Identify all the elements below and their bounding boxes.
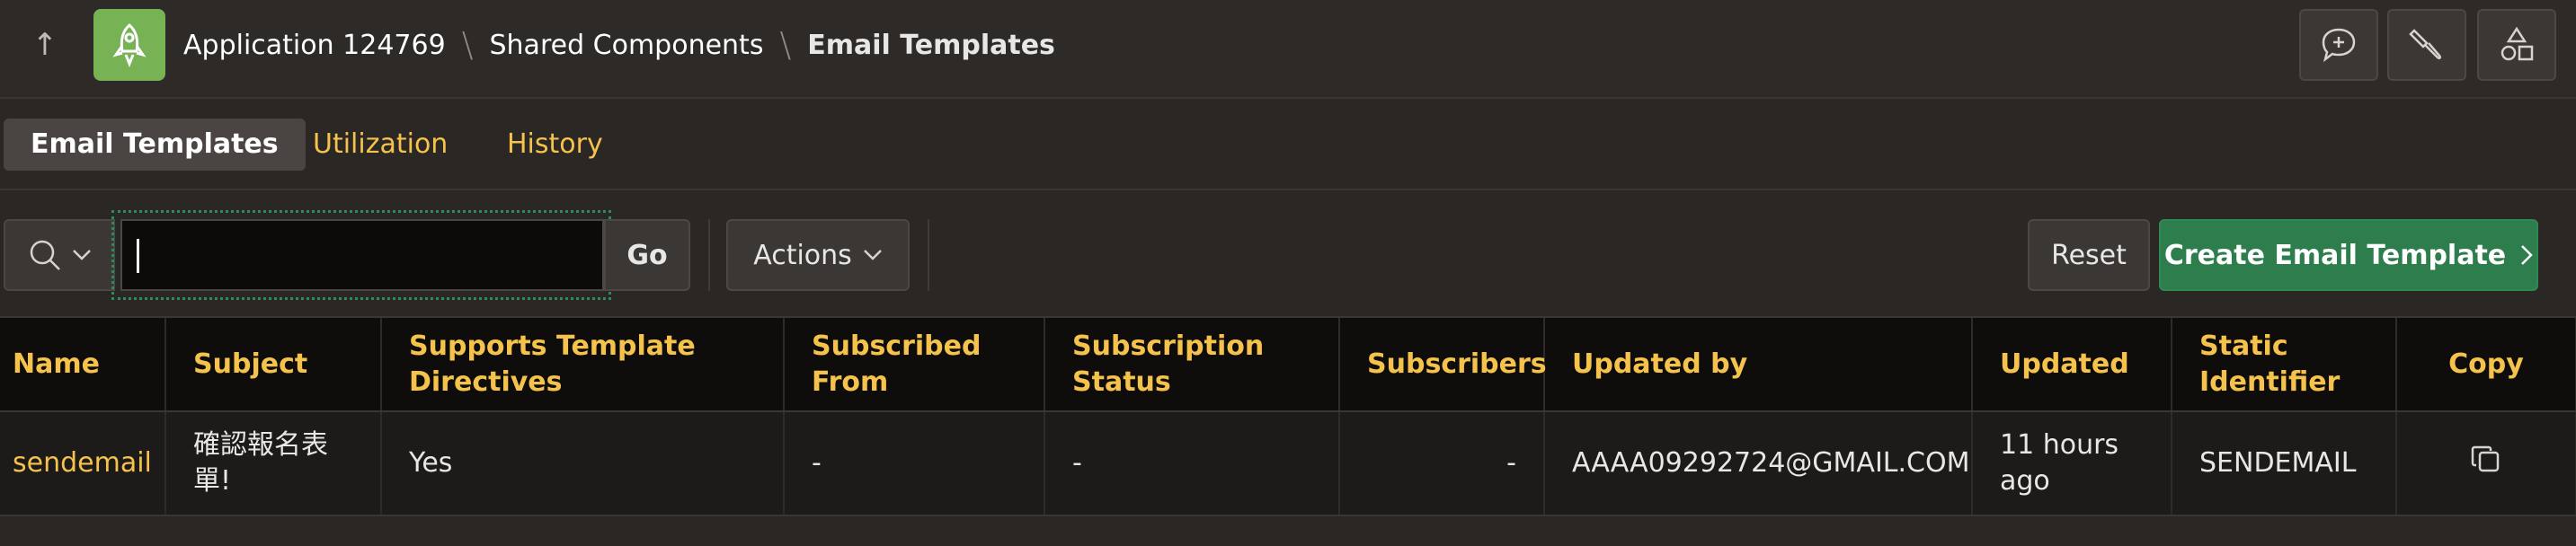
chevron-down-icon: [863, 250, 882, 260]
actions-label: Actions: [753, 239, 852, 271]
email-templates-report: Name Subject Supports Template Directive…: [0, 318, 2576, 516]
cell-copy[interactable]: [2396, 411, 2576, 516]
column-header-subscribers[interactable]: Subscribers: [1339, 318, 1547, 412]
table-row: sendemail 確認報名表單! Yes - - - AAAA09292724…: [0, 411, 2576, 516]
chat-plus-icon: [2322, 28, 2356, 63]
search-icon: [30, 240, 60, 270]
report-toolbar: Go Actions Reset Create Email Template: [0, 192, 2576, 318]
cell-static-identifier: SENDEMAIL: [2172, 411, 2397, 516]
breadcrumb-current-page: Email Templates: [807, 29, 1055, 61]
column-header-subject[interactable]: Subject: [165, 318, 382, 412]
column-header-subscription-status[interactable]: Subscription Status: [1044, 318, 1340, 412]
copy-icon[interactable]: [2469, 442, 2503, 476]
create-email-template-button[interactable]: Create Email Template: [2159, 219, 2538, 291]
toolbar-divider: [708, 219, 710, 291]
developer-toolbar-button[interactable]: [2387, 9, 2466, 81]
cell-subscribed-from: -: [784, 411, 1045, 516]
breadcrumb-application[interactable]: Application 124769: [183, 30, 446, 61]
rocket-icon[interactable]: [93, 9, 165, 81]
cell-name-link[interactable]: sendemail: [0, 411, 166, 516]
text-cursor: [137, 239, 139, 273]
column-header-name[interactable]: Name: [0, 318, 166, 412]
breadcrumb: Application 124769 \ Shared Components \…: [183, 25, 1055, 65]
column-header-supports-template-directives[interactable]: Supports Template Directives: [381, 318, 785, 412]
breadcrumb-shared-components[interactable]: Shared Components: [490, 30, 764, 61]
chevron-down-icon: [73, 250, 91, 260]
shared-components-button[interactable]: [2477, 9, 2556, 81]
reset-button[interactable]: Reset: [2028, 219, 2150, 291]
breadcrumb-separator: \: [779, 25, 792, 65]
cell-subscribers: -: [1339, 411, 1545, 516]
app-header: ↑ Application 124769 \ Shared Components…: [0, 0, 2576, 99]
go-button[interactable]: Go: [604, 219, 690, 291]
tab-email-templates[interactable]: Email Templates: [4, 119, 306, 171]
cell-subscription-status: -: [1044, 411, 1340, 516]
page-tabs: Email Templates Utilization History: [0, 101, 2576, 190]
column-header-subscribed-from[interactable]: Subscribed From: [784, 318, 1045, 412]
column-header-updated-by[interactable]: Updated by: [1544, 318, 1973, 412]
tab-history[interactable]: History: [480, 119, 630, 171]
cell-supports-directives: Yes: [381, 411, 785, 516]
arrow-up-icon[interactable]: ↑: [27, 27, 63, 63]
cell-updated-by: AAAA09292724@GMAIL.COM: [1544, 411, 1973, 516]
cell-updated: 11 hours ago: [1972, 411, 2172, 516]
actions-menu-button[interactable]: Actions: [726, 219, 910, 291]
table-header-row: Name Subject Supports Template Directive…: [0, 318, 2576, 412]
brush-icon: [2409, 29, 2442, 60]
cell-subject: 確認報名表單!: [165, 411, 382, 516]
breadcrumb-separator: \: [461, 25, 474, 65]
search-input[interactable]: [120, 219, 604, 291]
create-button-label: Create Email Template: [2163, 239, 2507, 271]
column-header-static-identifier[interactable]: Static Identifier: [2172, 318, 2397, 412]
chevron-right-icon: [2521, 245, 2533, 265]
search-column-button[interactable]: [4, 219, 115, 291]
column-header-updated[interactable]: Updated: [1972, 318, 2172, 412]
column-header-copy[interactable]: Copy: [2396, 318, 2576, 412]
shapes-icon: [2500, 26, 2534, 61]
feedback-button[interactable]: [2299, 9, 2378, 81]
toolbar-divider: [928, 219, 929, 291]
tab-utilization[interactable]: Utilization: [286, 119, 475, 171]
